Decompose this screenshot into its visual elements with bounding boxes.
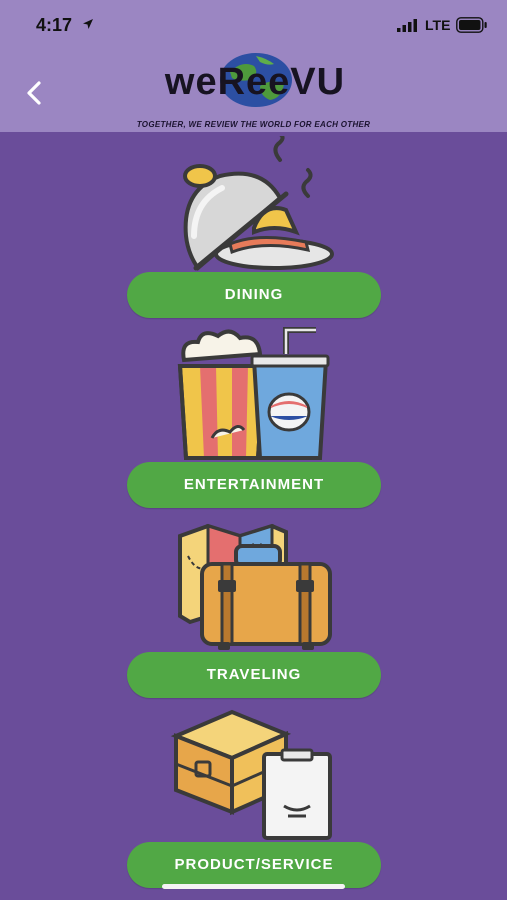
header: 4:17 LTE weReeVU TOGETHER, WE REVIEW THE…	[0, 0, 507, 132]
tagline: TOGETHER, WE REVIEW THE WORLD FOR EACH O…	[136, 120, 371, 129]
dining-icon	[183, 136, 334, 271]
entertainment-icon	[177, 327, 330, 460]
category-traveling: TRAVELING	[0, 516, 507, 698]
entertainment-button[interactable]: ENTERTAINMENT	[127, 462, 381, 508]
network-type: LTE	[425, 17, 451, 33]
category-dining: DINING	[0, 136, 507, 318]
status-bar: 4:17 LTE	[0, 0, 507, 50]
product-service-button[interactable]: PRODUCT/SERVICE	[127, 842, 381, 888]
traveling-button[interactable]: TRAVELING	[127, 652, 381, 698]
location-arrow-icon	[83, 19, 93, 29]
dining-button[interactable]: DINING	[127, 272, 381, 318]
status-time: 4:17	[36, 15, 73, 35]
logo-text: weReeVU	[164, 61, 346, 103]
category-entertainment: ENTERTAINMENT	[0, 326, 507, 508]
home-indicator[interactable]	[162, 884, 345, 889]
logo: weReeVU	[150, 52, 360, 112]
back-button[interactable]	[18, 76, 52, 110]
category-product-service: PRODUCT/SERVICE	[0, 706, 507, 888]
battery-icon	[456, 17, 487, 33]
traveling-icon	[178, 523, 332, 650]
signal-icon	[397, 19, 417, 32]
product-service-icon	[170, 709, 332, 840]
chevron-left-icon	[27, 81, 41, 105]
